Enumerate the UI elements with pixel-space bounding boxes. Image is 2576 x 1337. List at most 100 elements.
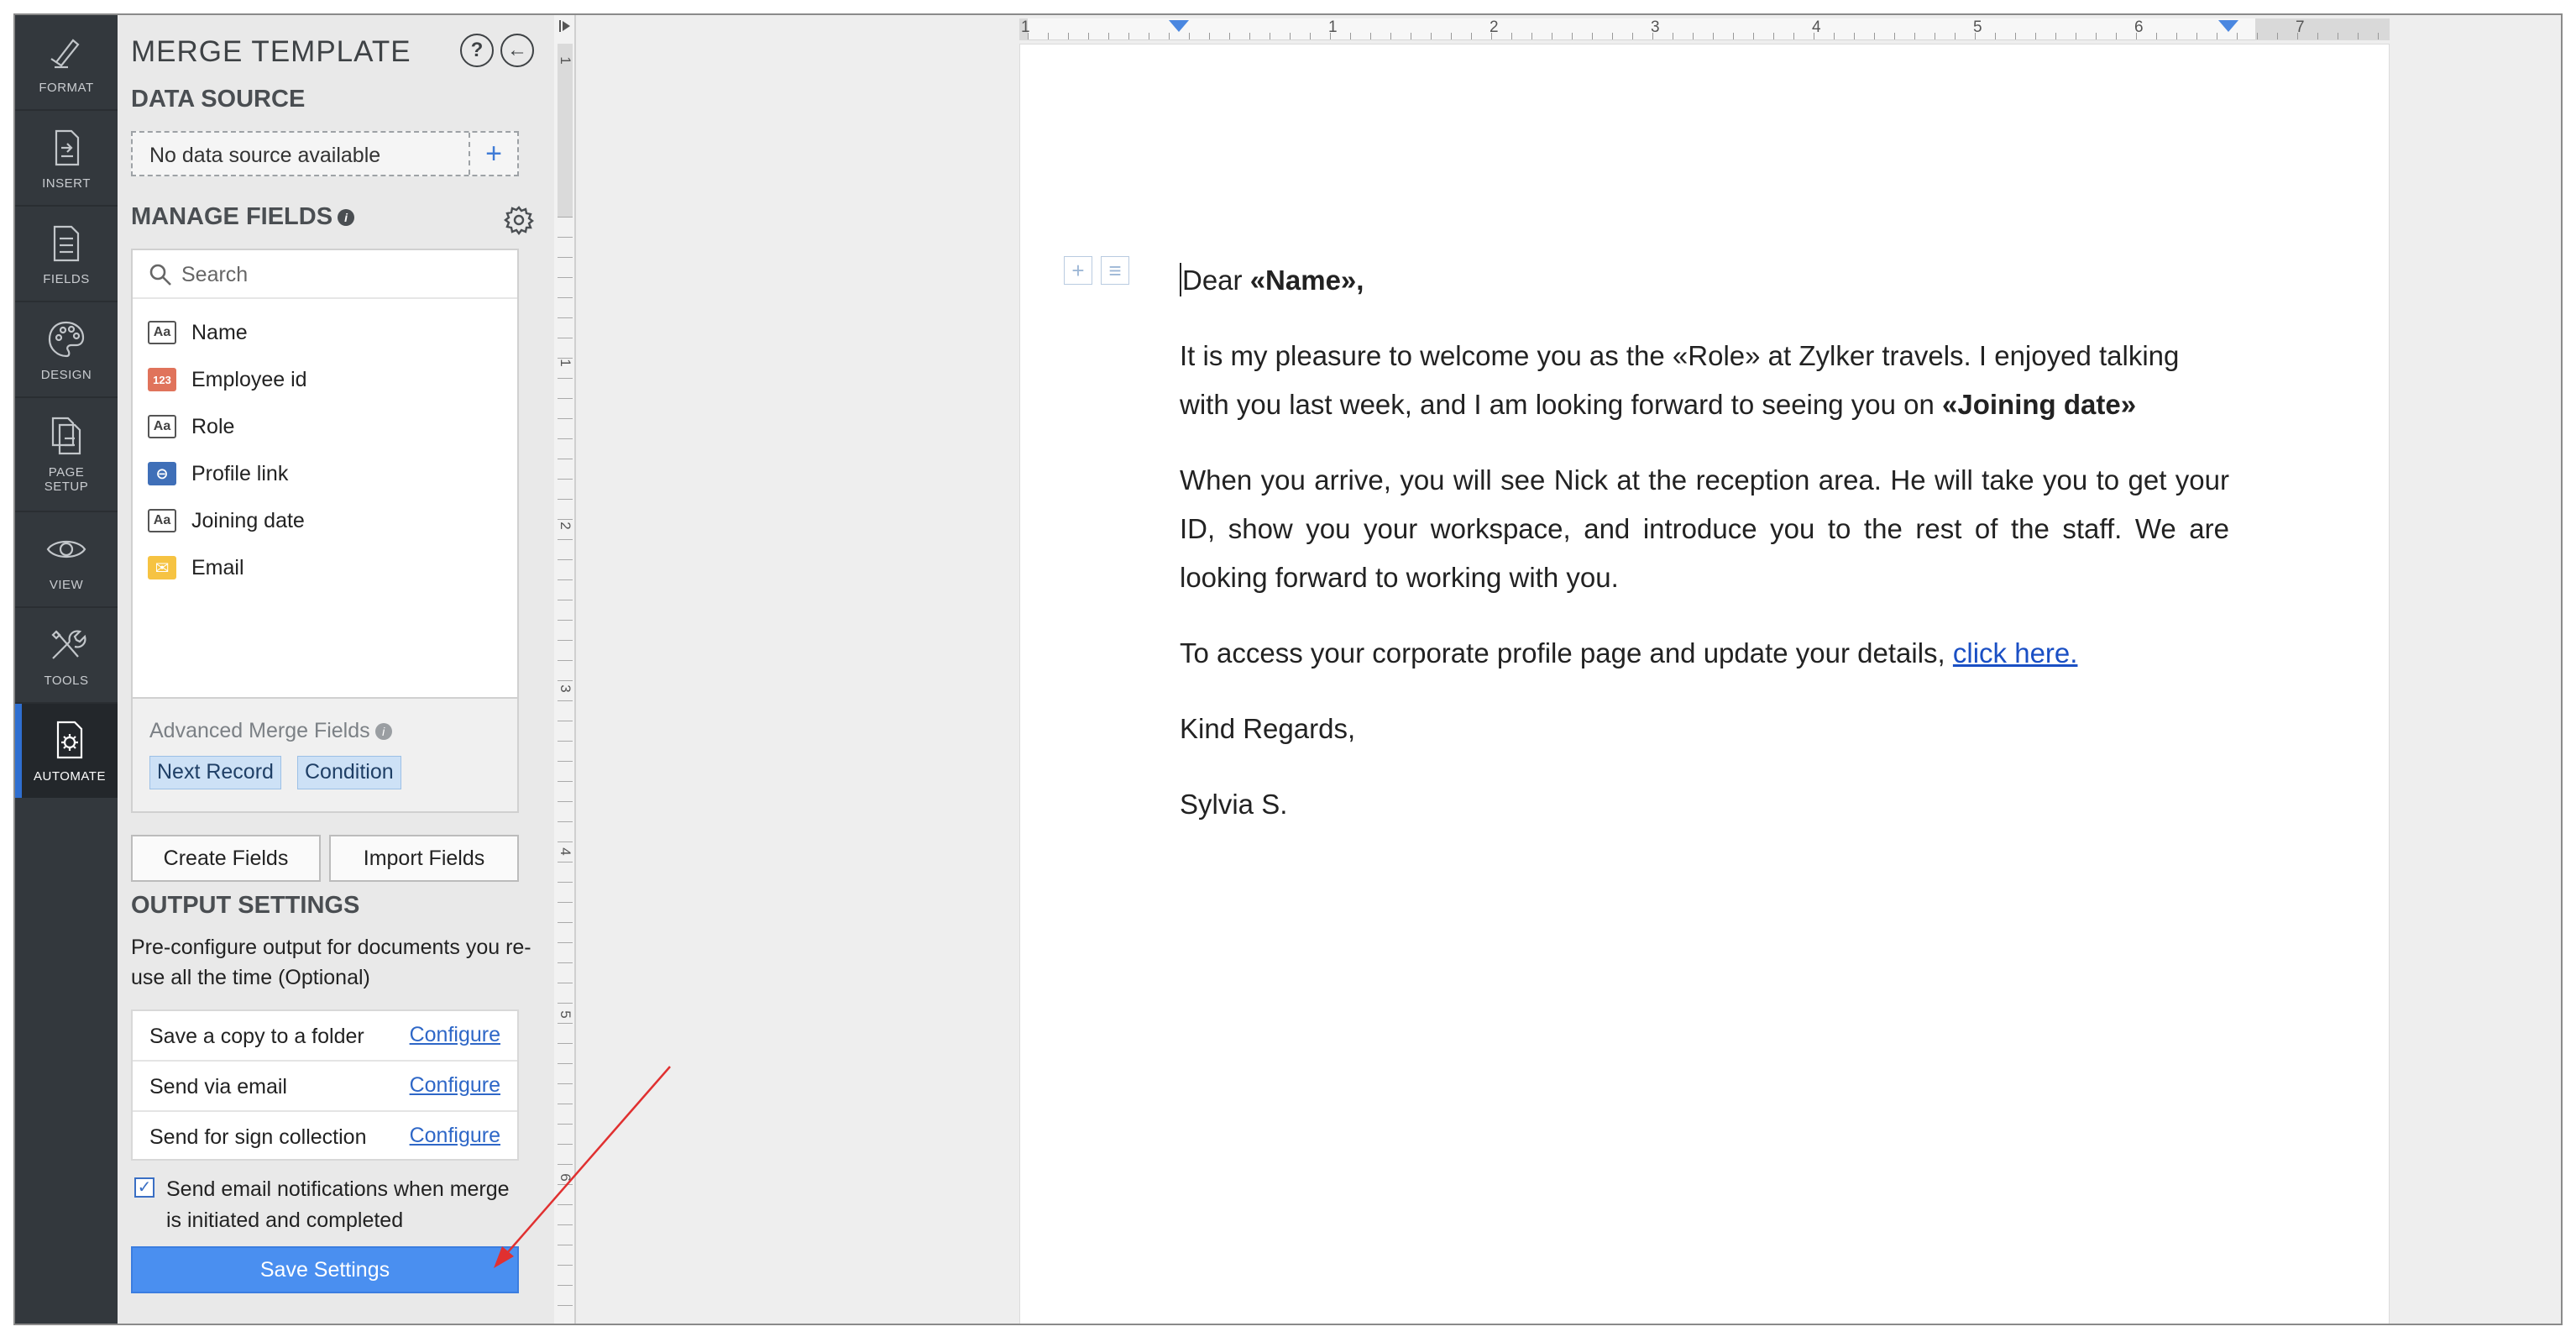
paragraph-profile: To access your corporate profile page an… bbox=[1180, 629, 2229, 678]
pen-icon bbox=[50, 38, 80, 68]
field-item-joining-date[interactable]: Aa Joining date bbox=[148, 504, 305, 537]
ruler-tick bbox=[558, 1124, 573, 1125]
configure-link[interactable]: Configure bbox=[410, 1124, 500, 1148]
rail-label: FORMAT bbox=[39, 80, 94, 95]
advanced-merge-fields: Advanced Merge Fields i Next Record Condi… bbox=[131, 699, 519, 813]
condition-chip[interactable]: Condition bbox=[297, 756, 401, 789]
ruler-tick bbox=[558, 1164, 573, 1165]
document-page[interactable]: + ≡ Dear «Name», It is my pleasure to we… bbox=[1019, 44, 2390, 1324]
field-item-email[interactable]: ✉ Email bbox=[148, 551, 244, 585]
ruler-corner-icon[interactable] bbox=[558, 18, 572, 34]
ruler-tick bbox=[1693, 33, 1694, 39]
joining-date-merge-field[interactable]: «Joining date» bbox=[1942, 389, 2136, 420]
info-icon[interactable]: i bbox=[374, 723, 392, 741]
ruler-tick bbox=[558, 882, 573, 883]
ruler-tick bbox=[558, 499, 573, 500]
ruler-tick bbox=[558, 1003, 573, 1004]
ruler-tick bbox=[558, 1265, 573, 1266]
ruler-tick bbox=[1592, 33, 1593, 39]
search-input[interactable] bbox=[181, 260, 500, 289]
ruler-number: 5 bbox=[1973, 18, 1982, 36]
link-field-icon: ⊖ bbox=[148, 462, 176, 485]
field-settings-button[interactable] bbox=[504, 205, 534, 235]
create-fields-button[interactable]: Create Fields bbox=[131, 835, 321, 882]
ruler-tick bbox=[1511, 33, 1512, 39]
ruler-tick bbox=[1169, 33, 1170, 39]
rail-view[interactable]: VIEW bbox=[15, 512, 118, 606]
rail-label: PAGE SETUP bbox=[44, 465, 89, 494]
field-label: Profile link bbox=[191, 461, 289, 485]
ruler-tick bbox=[558, 378, 573, 379]
ruler-tick bbox=[2196, 33, 2197, 39]
add-data-source-button[interactable]: + bbox=[469, 133, 517, 175]
field-label: Email bbox=[191, 555, 244, 579]
page-setup-icon bbox=[51, 417, 81, 455]
ruler-tick bbox=[1894, 33, 1895, 39]
info-icon[interactable]: i bbox=[338, 209, 355, 227]
field-item-name[interactable]: Aa Name bbox=[148, 316, 248, 349]
paragraph-menu-icon[interactable]: ≡ bbox=[1101, 256, 1129, 285]
output-options: Save a copy to a folder Configure Send v… bbox=[131, 1009, 519, 1161]
field-item-role[interactable]: Aa Role bbox=[148, 410, 234, 443]
ruler-tick bbox=[558, 559, 573, 560]
rail-page-setup[interactable]: PAGE SETUP bbox=[15, 398, 118, 511]
ruler-number: 4 bbox=[558, 847, 573, 856]
back-arrow-icon: ← bbox=[507, 39, 527, 61]
field-label: Name bbox=[191, 320, 248, 344]
field-search bbox=[133, 250, 517, 299]
ruler-number: 2 bbox=[558, 522, 573, 530]
rail-design[interactable]: DESIGN bbox=[15, 302, 118, 396]
ruler-tick bbox=[1390, 33, 1391, 39]
notification-checkbox[interactable]: ✓ bbox=[134, 1177, 154, 1198]
rail-format[interactable]: FORMAT bbox=[15, 15, 118, 109]
palette-icon bbox=[48, 321, 85, 357]
left-indent-marker[interactable] bbox=[1169, 20, 1189, 32]
ruler-tick bbox=[1834, 33, 1835, 39]
ruler-number: 4 bbox=[1812, 18, 1821, 36]
ruler-tick bbox=[558, 1224, 573, 1225]
ruler-tick bbox=[2176, 33, 2177, 39]
data-source-selector[interactable]: No data source available + bbox=[131, 131, 519, 176]
ruler-tick bbox=[2015, 33, 2016, 39]
ruler-number: 7 bbox=[2296, 18, 2305, 36]
ruler-tick bbox=[558, 1043, 573, 1044]
field-item-profile-link[interactable]: ⊖ Profile link bbox=[148, 457, 288, 490]
insert-icon bbox=[55, 129, 80, 165]
configure-link[interactable]: Configure bbox=[410, 1023, 500, 1047]
insert-block-icon[interactable]: + bbox=[1064, 256, 1092, 285]
advanced-merge-fields-title: Advanced Merge Fields i bbox=[149, 719, 392, 743]
ruler-tick bbox=[1370, 33, 1371, 39]
email-field-icon: ✉ bbox=[148, 556, 176, 579]
save-settings-button[interactable]: Save Settings bbox=[131, 1246, 519, 1293]
output-row-send-email: Send via email Configure bbox=[133, 1062, 517, 1112]
ruler-tick bbox=[558, 962, 573, 963]
next-record-chip[interactable]: Next Record bbox=[149, 756, 281, 789]
ruler-tick bbox=[558, 1083, 573, 1084]
ruler-number: 6 bbox=[2134, 18, 2144, 36]
greeting-line: Dear «Name», bbox=[1180, 256, 2229, 305]
field-item-employee-id[interactable]: 123 Employee id bbox=[148, 363, 307, 396]
configure-link[interactable]: Configure bbox=[410, 1073, 500, 1098]
ruler-tick bbox=[1531, 33, 1532, 39]
name-merge-field[interactable]: «Name», bbox=[1250, 265, 1364, 296]
rail-automate[interactable]: AUTOMATE bbox=[15, 704, 118, 798]
profile-link[interactable]: click here. bbox=[1953, 637, 2078, 668]
import-fields-button[interactable]: Import Fields bbox=[329, 835, 519, 882]
notification-label: Send email notifications when merge is i… bbox=[166, 1177, 510, 1232]
greeting-text: Dear bbox=[1182, 265, 1250, 296]
merge-template-panel: MERGE TEMPLATE ? ← DATA SOURCE No data s… bbox=[118, 15, 554, 1324]
back-button[interactable]: ← bbox=[500, 34, 534, 67]
rail-label: AUTOMATE bbox=[34, 768, 106, 784]
document-body[interactable]: Dear «Name», It is my pleasure to welcom… bbox=[1180, 256, 2229, 856]
help-button[interactable]: ? bbox=[460, 34, 494, 67]
ruler-tick bbox=[558, 257, 573, 258]
ruler-tick bbox=[1310, 33, 1311, 39]
rail-insert[interactable]: INSERT bbox=[15, 111, 118, 205]
data-source-value: No data source available bbox=[149, 144, 381, 167]
tools-icon bbox=[51, 629, 86, 659]
right-indent-marker[interactable] bbox=[2218, 20, 2238, 32]
plus-icon: + bbox=[485, 137, 502, 170]
output-row-label: Save a copy to a folder bbox=[149, 1025, 364, 1048]
rail-tools[interactable]: TOOLS bbox=[15, 608, 118, 702]
rail-fields[interactable]: FIELDS bbox=[15, 207, 118, 301]
